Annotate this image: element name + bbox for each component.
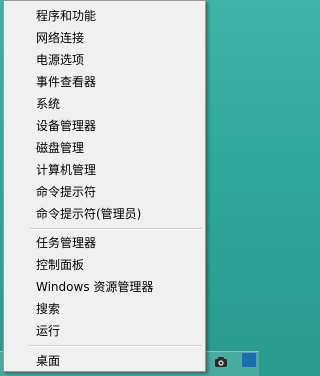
menu-item-power-options[interactable]: 电源选项 <box>36 49 84 71</box>
winx-context-menu: 程序和功能 网络连接 电源选项 事件查看器 系统 设备管理器 磁盘管理 计算机管… <box>3 0 206 372</box>
menu-item-task-manager[interactable]: 任务管理器 <box>36 232 96 254</box>
menu-item-run[interactable]: 运行 <box>36 320 60 342</box>
menu-item-command-prompt-admin[interactable]: 命令提示符(管理员) <box>36 203 141 225</box>
menu-item-programs-and-features[interactable]: 程序和功能 <box>36 5 96 27</box>
menu-item-device-manager[interactable]: 设备管理器 <box>36 115 96 137</box>
menu-item-control-panel[interactable]: 控制面板 <box>36 254 84 276</box>
flag-icon[interactable] <box>241 352 257 368</box>
menu-item-search[interactable]: 搜索 <box>36 298 60 320</box>
menu-separator <box>30 228 202 230</box>
menu-item-command-prompt[interactable]: 命令提示符 <box>36 181 96 203</box>
menu-item-desktop-label: 桌面 <box>36 354 61 368</box>
menu-item-windows-explorer[interactable]: Windows 资源管理器 <box>36 276 153 298</box>
menu-item-system[interactable]: 系统 <box>36 93 60 115</box>
camera-icon[interactable] <box>214 356 228 368</box>
menu-separator <box>30 345 202 347</box>
menu-item-desktop[interactable]: 桌面 <box>8 350 206 372</box>
menu-item-disk-management[interactable]: 磁盘管理 <box>36 137 84 159</box>
menu-item-computer-management[interactable]: 计算机管理 <box>36 159 96 181</box>
menu-item-event-viewer[interactable]: 事件查看器 <box>36 71 96 93</box>
menu-item-network-connections[interactable]: 网络连接 <box>36 27 84 49</box>
